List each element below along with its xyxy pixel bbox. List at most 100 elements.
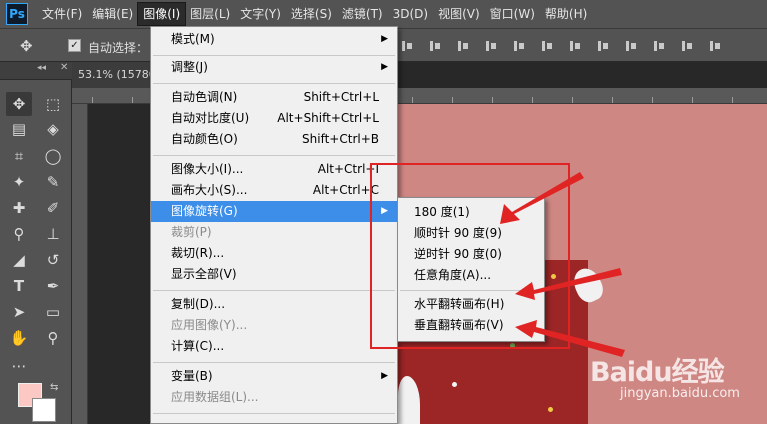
brush-tool-icon[interactable]: ✐ [40,196,66,220]
menu-3d[interactable]: 3D(D) [388,3,433,25]
menu-item-label: 裁切(R)... [171,246,225,260]
align-top-icon[interactable] [400,39,414,53]
menu-separator [153,83,395,84]
menu-bar: Ps 文件(F) 编辑(E) 图像(I) 图层(L) 文字(Y) 选择(S) 滤… [0,0,767,28]
auto-select-checkbox[interactable]: ✓ [68,39,81,52]
close-icon[interactable]: ✕ [60,62,68,73]
background-color-swatch[interactable] [32,398,56,422]
menu-item-variables[interactable]: 变量(B) ▶ [151,366,397,387]
menu-item-reveal-all[interactable]: 显示全部(V) [151,264,397,285]
submenu-arrow-icon: ▶ [381,34,388,44]
baidu-watermark-url: jingyan.baidu.com [620,386,740,401]
tool-panel-header: ◂◂ ✕ [0,62,72,80]
zoom-tool-icon[interactable]: ⚲ [40,326,66,350]
menu-window[interactable]: 窗口(W) [485,3,540,25]
menu-item-mode[interactable]: 模式(M) ▶ [151,29,397,50]
rectangle-tool-icon[interactable]: ▭ [40,300,66,324]
decoration-dot [548,407,553,412]
menu-item-label: 图像旋转(G) [171,204,238,218]
menu-item-apply-data-set[interactable]: 应用数据组(L)... [151,387,397,408]
align-bottom-icon[interactable] [456,39,470,53]
menu-help[interactable]: 帮助(H) [540,3,592,25]
menu-item-label: 自动颜色(O) [171,132,238,146]
menu-item-label: 自动色调(N) [171,90,238,104]
align-hcenter-icon[interactable] [512,39,526,53]
menu-item-label: 计算(C)... [171,339,225,353]
menu-separator [153,155,395,156]
menu-file[interactable]: 文件(F) [37,3,87,25]
menu-item-canvas-size[interactable]: 画布大小(S)... Alt+Ctrl+C [151,180,397,201]
menu-item-label: 复制(D)... [171,297,226,311]
menu-item-label: 显示全部(V) [171,267,237,281]
menu-item-label: 变量(B) [171,369,213,383]
distribute-vcenter-icon[interactable] [596,39,610,53]
menu-item-apply-image[interactable]: 应用图像(Y)... [151,315,397,336]
menu-item-trim[interactable]: 裁切(R)... [151,243,397,264]
menu-separator [153,55,395,56]
menu-item-label: 应用图像(Y)... [171,318,248,332]
hand-tool-icon[interactable]: ✋ [6,326,32,350]
eyedropper-icon[interactable]: ✎ [40,170,66,194]
eraser-tool-icon[interactable]: ◢ [6,248,32,272]
align-vcenter-icon[interactable] [428,39,442,53]
menu-item-shortcut: Shift+Ctrl+B [302,132,379,146]
distribute-left-icon[interactable] [652,39,666,53]
history-brush-icon[interactable]: ↺ [40,248,66,272]
menu-item-label: 图像大小(I)... [171,162,244,176]
menu-item-label: 调整(J) [171,60,208,74]
decoration-dot [452,382,457,387]
menu-item-duplicate[interactable]: 复制(D)... [151,294,397,315]
submenu-arrow-icon: ▶ [381,371,388,381]
distribute-bottom-icon[interactable] [624,39,638,53]
collapse-icon[interactable]: ◂◂ [37,63,46,73]
menu-item-adjustments[interactable]: 调整(J) ▶ [151,57,397,78]
menu-item-calculations[interactable]: 计算(C)... [151,336,397,357]
distribute-right-icon[interactable] [708,39,722,53]
magic-wand-icon[interactable]: ✦ [6,170,32,194]
menu-select[interactable]: 选择(S) [286,3,337,25]
pen-tool-icon[interactable]: ✒ [40,274,66,298]
menu-filter[interactable]: 滤镜(T) [337,3,388,25]
menu-item-auto-color[interactable]: 自动颜色(O) Shift+Ctrl+B [151,129,397,150]
type-tool-icon[interactable]: T [6,274,32,298]
menu-image[interactable]: 图像(I) [137,2,187,26]
annotation-highlight-box [370,163,570,349]
path-selection-icon[interactable]: ➤ [6,300,32,324]
menu-edit[interactable]: 编辑(E) [87,3,138,25]
crop-tool-icon[interactable]: ⌗ [6,144,32,168]
document-tab[interactable]: 53.1% (15780 [72,62,154,88]
menu-item-shortcut: Alt+Shift+Ctrl+L [277,111,379,125]
menu-item-image-size[interactable]: 图像大小(I)... Alt+Ctrl+I [151,159,397,180]
menu-item-auto-tone[interactable]: 自动色调(N) Shift+Ctrl+L [151,87,397,108]
healing-brush-icon[interactable]: ✚ [6,196,32,220]
align-right-icon[interactable] [540,39,554,53]
menu-view[interactable]: 视图(V) [433,3,485,25]
marquee-tool-icon[interactable]: ⬚ [40,92,66,116]
clone-stamp-icon[interactable]: ⚲ [6,222,32,246]
align-left-icon[interactable] [484,39,498,53]
lasso-tool-icon[interactable]: ◯ [40,144,66,168]
menu-separator [153,362,395,363]
menu-separator [153,413,395,414]
submenu-arrow-icon: ▶ [381,62,388,72]
menu-type[interactable]: 文字(Y) [235,3,286,25]
menu-item-auto-contrast[interactable]: 自动对比度(U) Alt+Shift+Ctrl+L [151,108,397,129]
menu-item-label: 画布大小(S)... [171,183,248,197]
gradient-tool-icon[interactable]: ▤ [6,117,32,141]
distribute-top-icon[interactable] [568,39,582,53]
baidu-watermark-logo: Baidu经验 [590,357,725,388]
menu-item-crop[interactable]: 裁剪(P) [151,222,397,243]
swap-colors-icon[interactable]: ⇆ [50,382,58,393]
more-tools-icon[interactable]: ⋯ [6,354,32,378]
distribute-hcenter-icon[interactable] [680,39,694,53]
stamp-tool-icon[interactable]: ⊥ [40,222,66,246]
move-tool-icon[interactable]: ✥ [6,92,32,116]
paint-bucket-icon[interactable]: ◈ [40,117,66,141]
menu-layer[interactable]: 图层(L) [185,3,235,25]
menu-separator [153,290,395,291]
move-tool-icon[interactable]: ✥ [20,37,33,55]
menu-item-image-rotation[interactable]: 图像旋转(G) ▶ [151,201,397,222]
document-tab-label: 53.1% (15780 [78,68,154,81]
image-menu-dropdown: 模式(M) ▶ 调整(J) ▶ 自动色调(N) Shift+Ctrl+L 自动对… [150,26,398,424]
menu-item-label: 应用数据组(L)... [171,390,259,404]
